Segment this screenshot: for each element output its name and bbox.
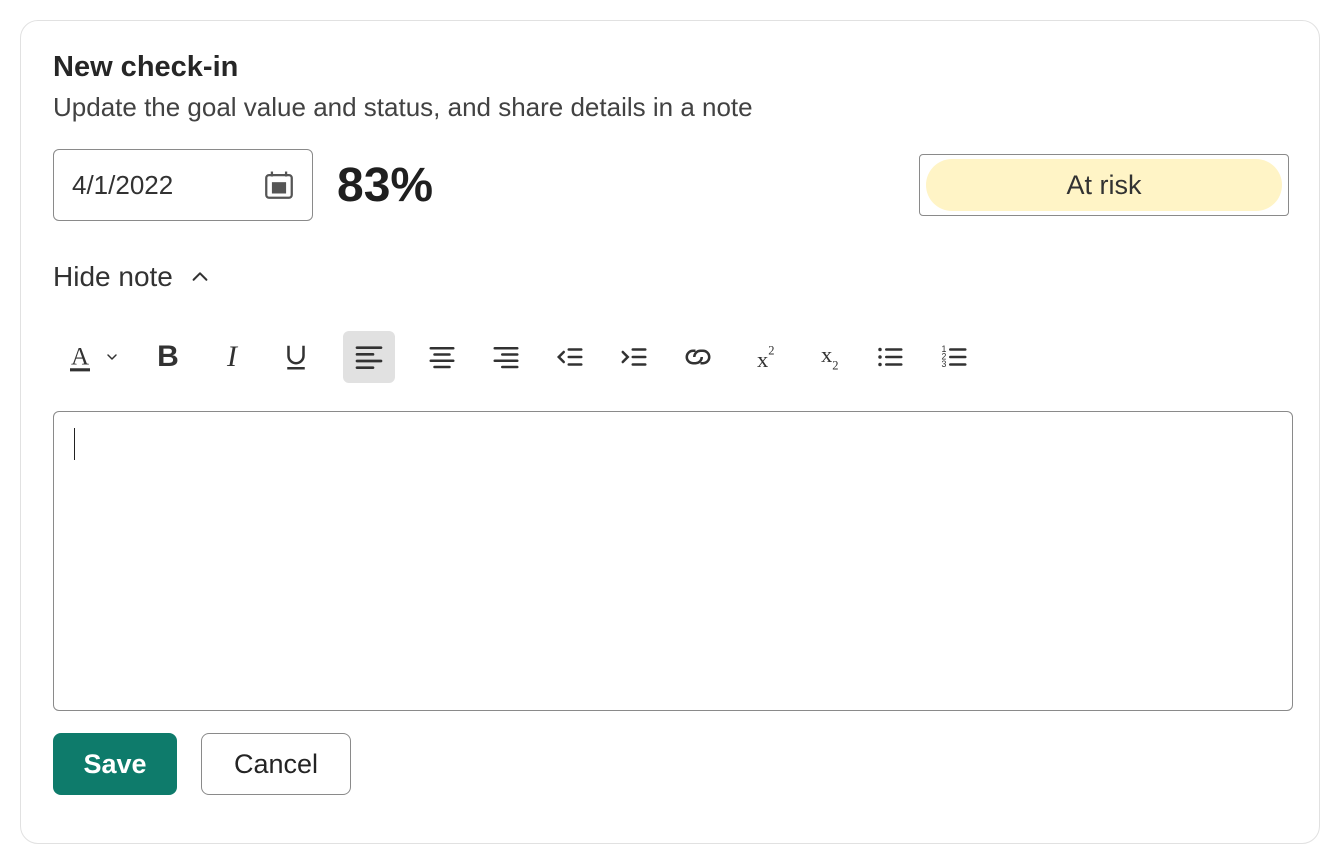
superscript-icon: x 2 (747, 342, 777, 372)
status-pill: At risk (926, 159, 1282, 211)
value-row: 4/1/2022 83% At risk (53, 149, 1289, 221)
editor-toolbar: A B I (53, 331, 1289, 383)
svg-text:x: x (821, 342, 832, 367)
superscript-button[interactable]: x 2 (745, 340, 779, 374)
bold-icon: B (157, 340, 179, 374)
svg-text:2: 2 (768, 344, 774, 358)
align-center-button[interactable] (425, 340, 459, 374)
note-toggle-label: Hide note (53, 261, 173, 293)
date-value: 4/1/2022 (72, 170, 173, 201)
font-color-icon: A (63, 340, 97, 374)
calendar-icon[interactable] (262, 168, 296, 202)
svg-text:2: 2 (832, 359, 838, 373)
font-color-group[interactable]: A (63, 340, 121, 374)
indent-icon (619, 342, 649, 372)
cancel-button[interactable]: Cancel (201, 733, 351, 795)
align-left-icon (353, 341, 385, 373)
align-right-button[interactable] (489, 340, 523, 374)
underline-icon (281, 342, 311, 372)
underline-button[interactable] (279, 340, 313, 374)
bulleted-list-button[interactable] (873, 340, 907, 374)
align-right-icon (491, 342, 521, 372)
numbered-list-icon: 1 2 3 (939, 342, 969, 372)
date-input[interactable]: 4/1/2022 (53, 149, 313, 221)
text-cursor (74, 428, 75, 460)
outdent-button[interactable] (553, 340, 587, 374)
indent-button[interactable] (617, 340, 651, 374)
numbered-list-button[interactable]: 1 2 3 (937, 340, 971, 374)
bold-button[interactable]: B (151, 340, 185, 374)
chevron-down-icon (103, 340, 121, 374)
card-title: New check-in (53, 51, 1289, 84)
italic-icon: I (227, 340, 237, 374)
note-toggle[interactable]: Hide note (53, 261, 211, 293)
status-select[interactable]: At risk (919, 154, 1289, 216)
note-textarea[interactable] (53, 411, 1293, 711)
subscript-button[interactable]: x 2 (809, 340, 843, 374)
card-subtitle: Update the goal value and status, and sh… (53, 92, 1289, 123)
checkin-card: New check-in Update the goal value and s… (20, 20, 1320, 844)
italic-button[interactable]: I (215, 340, 249, 374)
action-row: Save Cancel (53, 733, 1289, 795)
link-button[interactable] (681, 340, 715, 374)
subscript-icon: x 2 (811, 342, 841, 372)
link-icon (681, 342, 715, 372)
save-button[interactable]: Save (53, 733, 177, 795)
align-center-icon (427, 342, 457, 372)
goal-value: 83% (337, 158, 433, 213)
chevron-up-icon (189, 266, 211, 288)
svg-text:x: x (757, 347, 768, 372)
align-left-button[interactable] (343, 331, 395, 383)
svg-text:3: 3 (942, 359, 947, 369)
outdent-icon (555, 342, 585, 372)
bulleted-list-icon (875, 342, 905, 372)
svg-text:A: A (71, 344, 89, 371)
